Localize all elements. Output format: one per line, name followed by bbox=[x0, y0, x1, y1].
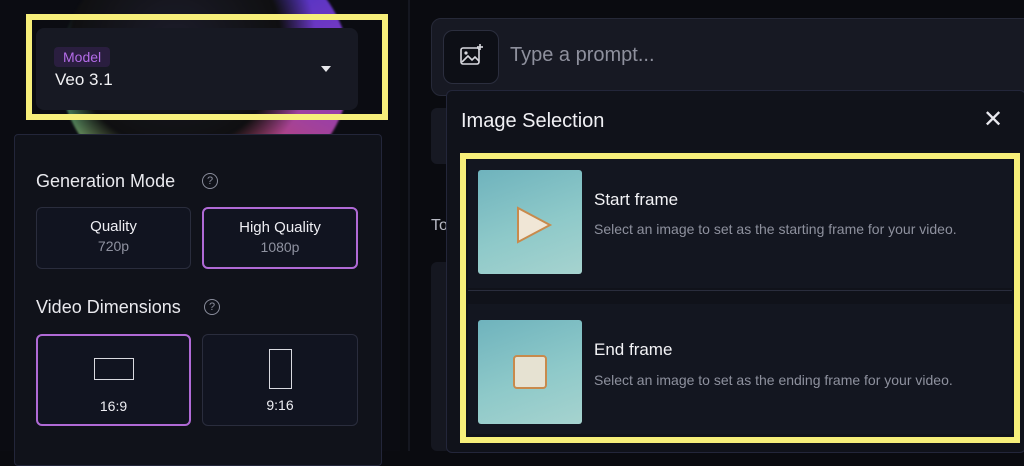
image-plus-icon bbox=[460, 44, 483, 65]
generation-mode-title: Generation Mode bbox=[36, 171, 176, 191]
close-icon[interactable]: ✕ bbox=[983, 108, 1003, 132]
portrait-icon bbox=[269, 349, 292, 389]
column-divider bbox=[408, 0, 410, 451]
mode-option-sub: 720p bbox=[97, 238, 130, 254]
add-image-button[interactable] bbox=[443, 30, 499, 84]
prompt-input[interactable]: Type a prompt... bbox=[510, 44, 655, 67]
landscape-icon bbox=[94, 358, 134, 380]
mode-option-high-quality[interactable]: High Quality 1080p bbox=[202, 207, 358, 269]
highlight-box-frames bbox=[460, 153, 1020, 443]
video-dimensions-title: Video Dimensions bbox=[36, 297, 181, 317]
highlight-box-model bbox=[26, 14, 388, 120]
dimension-label: 16:9 bbox=[99, 398, 128, 414]
dimension-option-16-9[interactable]: 16:9 bbox=[36, 334, 191, 426]
image-selection-title: Image Selection bbox=[461, 110, 605, 132]
mode-option-label: Quality bbox=[90, 218, 137, 235]
dimension-label: 9:16 bbox=[266, 397, 294, 413]
mode-option-label: High Quality bbox=[239, 219, 321, 236]
dimension-option-9-16[interactable]: 9:16 bbox=[202, 334, 358, 426]
mode-option-sub: 1080p bbox=[260, 239, 300, 255]
mode-option-quality[interactable]: Quality 720p bbox=[36, 207, 191, 269]
help-icon[interactable]: ? bbox=[202, 173, 218, 189]
help-icon[interactable]: ? bbox=[204, 299, 220, 315]
